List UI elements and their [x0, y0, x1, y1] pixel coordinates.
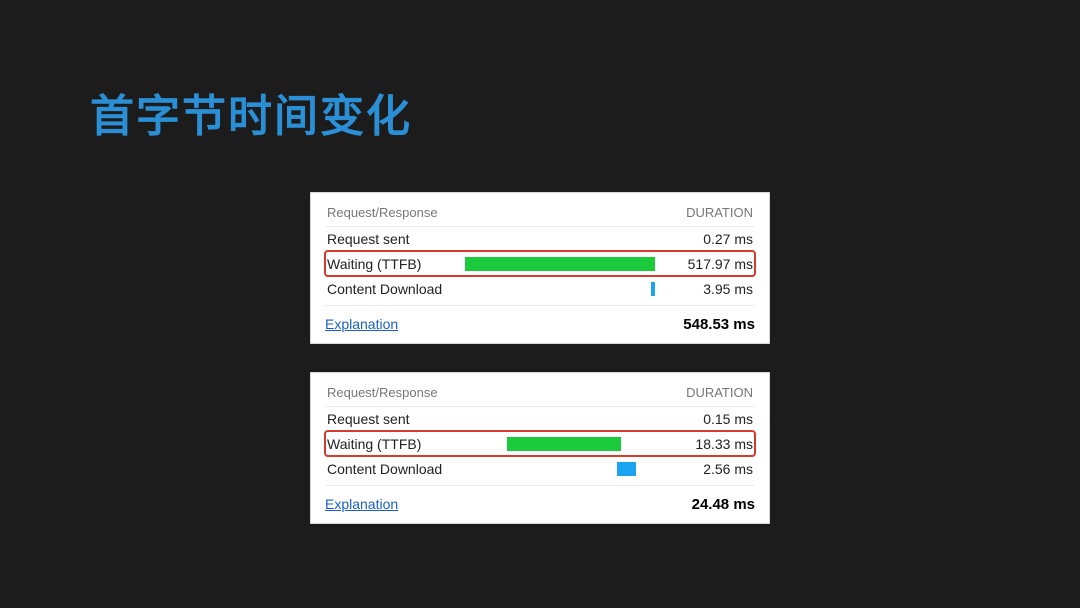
row-value: 2.56 ms	[663, 461, 753, 477]
header-right: DURATION	[686, 385, 753, 400]
header-left: Request/Response	[327, 385, 438, 400]
row-bar-wrap	[465, 461, 655, 477]
panel-header: Request/Response DURATION	[325, 201, 755, 226]
row-bar-wrap	[465, 256, 655, 272]
slide-title: 首字节时间变化	[90, 80, 990, 144]
row-label: Request sent	[327, 411, 457, 427]
timing-panel-after: Request/Response DURATION Request sent 0…	[310, 372, 770, 524]
timing-row-content-download: Content Download 2.56 ms	[325, 456, 755, 481]
total-duration: 548.53 ms	[683, 316, 755, 333]
timing-panel-before: Request/Response DURATION Request sent 0…	[310, 192, 770, 344]
row-bar-wrap	[465, 281, 655, 297]
row-value: 0.15 ms	[663, 411, 753, 427]
total-duration: 24.48 ms	[692, 496, 755, 513]
row-value: 517.97 ms	[663, 256, 753, 272]
panel-header: Request/Response DURATION	[325, 381, 755, 406]
header-right: DURATION	[686, 205, 753, 220]
slide: 首字节时间变化 Request/Response DURATION Reques…	[0, 0, 1080, 608]
row-bar-wrap	[465, 411, 655, 427]
explanation-link[interactable]: Explanation	[325, 496, 398, 512]
row-label: Waiting (TTFB)	[327, 436, 457, 452]
row-label: Waiting (TTFB)	[327, 256, 457, 272]
timing-row-ttfb: Waiting (TTFB) 18.33 ms	[325, 431, 755, 456]
header-left: Request/Response	[327, 205, 438, 220]
timing-row-content-download: Content Download 3.95 ms	[325, 276, 755, 301]
row-label: Request sent	[327, 231, 457, 247]
row-value: 0.27 ms	[663, 231, 753, 247]
panel-footer: Explanation 548.53 ms	[325, 305, 755, 333]
ttfb-bar-icon	[507, 437, 621, 451]
panel-footer: Explanation 24.48 ms	[325, 485, 755, 513]
row-value: 3.95 ms	[663, 281, 753, 297]
timing-row-ttfb: Waiting (TTFB) 517.97 ms	[325, 251, 755, 276]
explanation-link[interactable]: Explanation	[325, 316, 398, 332]
row-bar-wrap	[465, 231, 655, 247]
row-label: Content Download	[327, 461, 457, 477]
row-bar-wrap	[465, 436, 655, 452]
download-bar-icon	[617, 462, 636, 476]
ttfb-bar-icon	[465, 257, 655, 271]
panels-container: Request/Response DURATION Request sent 0…	[90, 192, 990, 524]
row-value: 18.33 ms	[663, 436, 753, 452]
download-bar-icon	[651, 282, 655, 296]
row-label: Content Download	[327, 281, 457, 297]
timing-row-request-sent: Request sent 0.27 ms	[325, 226, 755, 251]
timing-row-request-sent: Request sent 0.15 ms	[325, 406, 755, 431]
